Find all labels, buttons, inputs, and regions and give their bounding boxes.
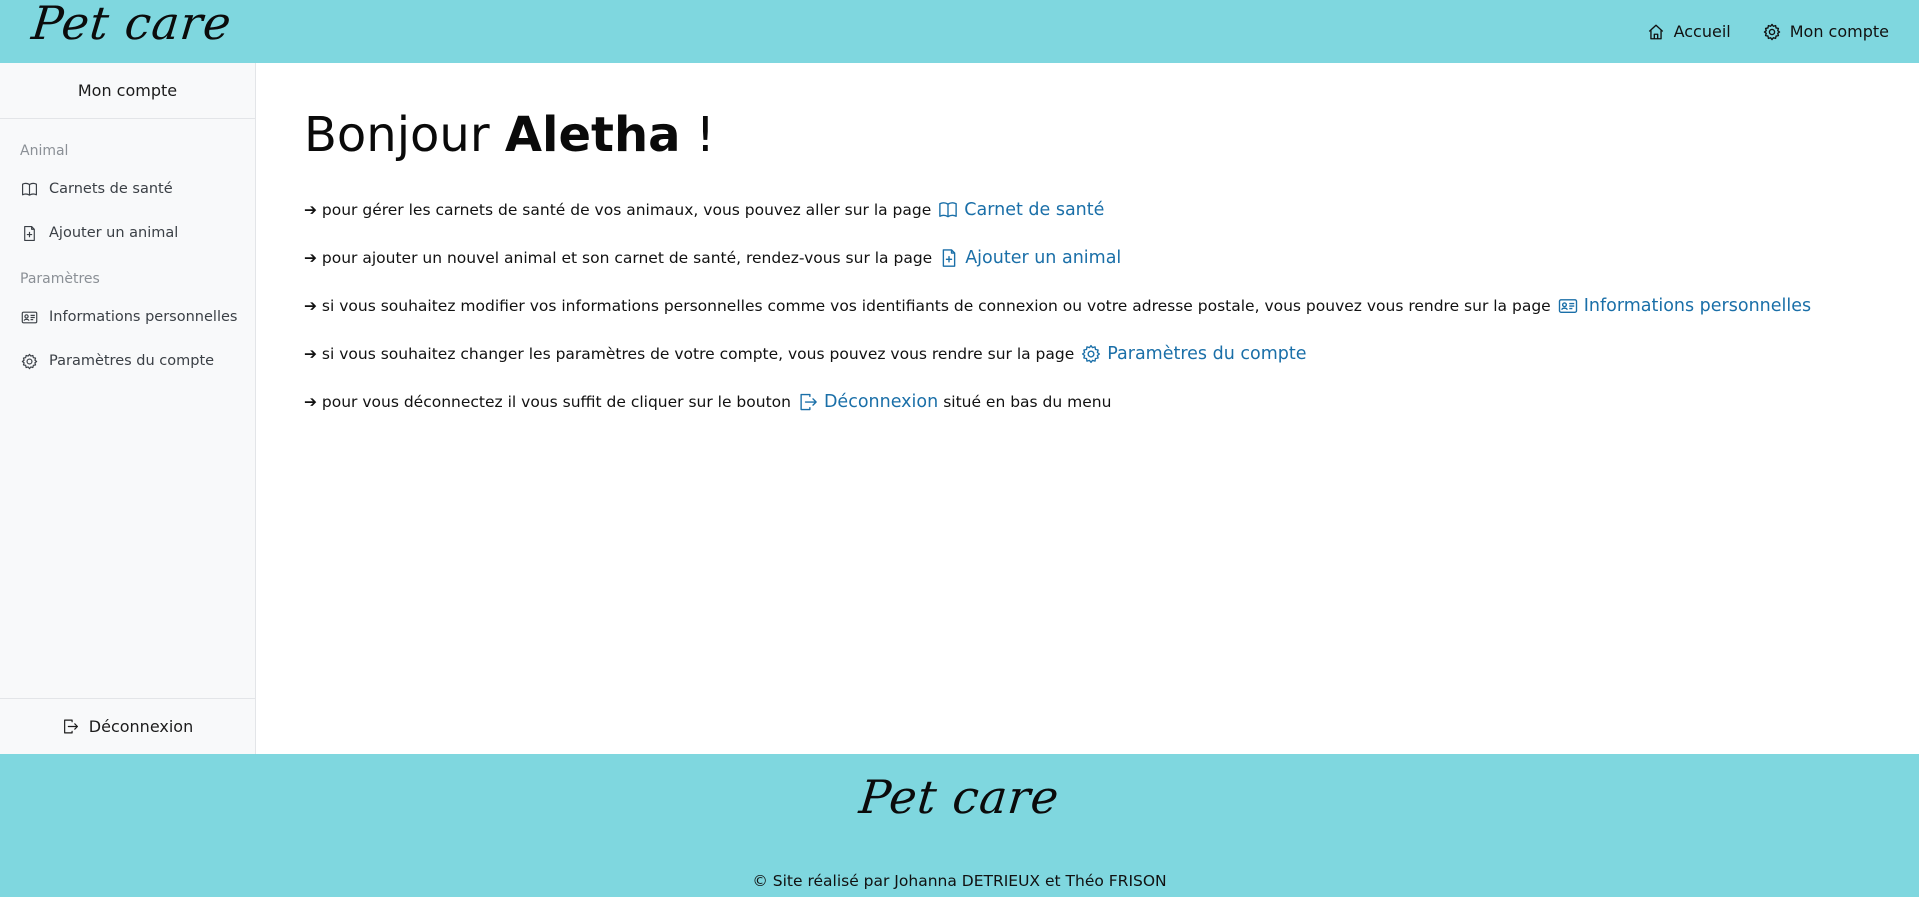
header-nav: Accueil Mon compte [1647, 22, 1889, 41]
open-book-icon [938, 200, 958, 220]
sidebar-title: Mon compte [0, 63, 255, 119]
nav-home-label: Accueil [1673, 22, 1731, 41]
main-content: Bonjour Aletha ! ➔ pour gérer les carnet… [304, 100, 1884, 440]
help-text: ➔ pour vous déconnectez il vous suffit d… [304, 393, 791, 411]
site-footer: Pet care © Site réalisé par Johanna DETR… [0, 754, 1919, 897]
nav-home-link[interactable]: Accueil [1647, 22, 1731, 41]
help-line-account-settings: ➔ si vous souhaitez changer les paramètr… [304, 344, 1884, 364]
logout-button[interactable]: Déconnexion [0, 698, 255, 754]
id-card-icon [21, 309, 38, 326]
sidebar-item-health-books[interactable]: Carnets de santé [0, 167, 255, 211]
help-text: ➔ pour gérer les carnets de santé de vos… [304, 201, 932, 219]
help-line-personal-info: ➔ si vous souhaitez modifier vos informa… [304, 296, 1884, 316]
health-book-link[interactable]: Carnet de santé [938, 200, 1104, 220]
user-name: Aletha [504, 107, 681, 163]
help-text: ➔ pour ajouter un nouvel animal et son c… [304, 249, 933, 267]
account-settings-link[interactable]: Paramètres du compte [1081, 344, 1306, 364]
nav-account-link[interactable]: Mon compte [1763, 22, 1889, 41]
greeting-suffix: ! [695, 107, 716, 163]
sidebar-section-animal: Animal [20, 143, 69, 159]
help-line-add-animal: ➔ pour ajouter un nouvel animal et son c… [304, 248, 1884, 268]
personal-info-link[interactable]: Informations personnelles [1558, 296, 1811, 316]
logout-label: Déconnexion [88, 717, 194, 736]
site-logo[interactable]: Pet care [29, 0, 234, 50]
logout-icon [62, 718, 79, 735]
link-label: Ajouter un animal [965, 248, 1122, 268]
gear-icon [21, 353, 38, 370]
link-label: Déconnexion [823, 392, 939, 412]
link-label: Paramètres du compte [1107, 344, 1307, 364]
help-text-after: situé en bas du menu [943, 393, 1112, 411]
page-title: Bonjour Aletha ! [304, 100, 1884, 170]
gear-icon [1081, 344, 1101, 364]
sidebar-section-settings: Paramètres [20, 271, 100, 287]
help-line-logout: ➔ pour vous déconnectez il vous suffit d… [304, 392, 1884, 412]
link-label: Informations personnelles [1583, 296, 1812, 316]
help-line-health-books: ➔ pour gérer les carnets de santé de vos… [304, 200, 1884, 220]
top-header: Pet care Accueil Mon compte [0, 0, 1919, 63]
gear-icon [1763, 23, 1781, 41]
account-sidebar: Mon compte Animal Carnets de santé Ajout… [0, 63, 256, 754]
logout-link[interactable]: Déconnexion [798, 392, 938, 412]
sidebar-item-label: Paramètres du compte [49, 353, 215, 369]
sidebar-item-label: Carnets de santé [49, 181, 173, 197]
logout-icon [798, 392, 818, 412]
open-book-icon [21, 181, 38, 198]
id-card-icon [1558, 296, 1578, 316]
sidebar-item-add-animal[interactable]: Ajouter un animal [0, 211, 255, 255]
sidebar-item-account-settings[interactable]: Paramètres du compte [0, 339, 255, 383]
add-animal-link[interactable]: Ajouter un animal [939, 248, 1121, 268]
link-label: Carnet de santé [964, 200, 1105, 220]
house-icon [1647, 23, 1665, 41]
nav-account-label: Mon compte [1789, 22, 1889, 41]
sidebar-item-label: Informations personnelles [49, 309, 238, 325]
footer-logo: Pet care [856, 770, 1063, 824]
help-text: ➔ si vous souhaitez modifier vos informa… [304, 297, 1551, 315]
sidebar-item-label: Ajouter un animal [49, 225, 179, 241]
file-plus-icon [21, 225, 38, 242]
help-text: ➔ si vous souhaitez changer les paramètr… [304, 345, 1075, 363]
greeting-prefix: Bonjour [304, 107, 490, 163]
file-plus-icon [939, 248, 959, 268]
sidebar-item-personal-info[interactable]: Informations personnelles [0, 295, 255, 339]
copyright-text: © Site réalisé par Johanna DETRIEUX et T… [752, 872, 1167, 890]
